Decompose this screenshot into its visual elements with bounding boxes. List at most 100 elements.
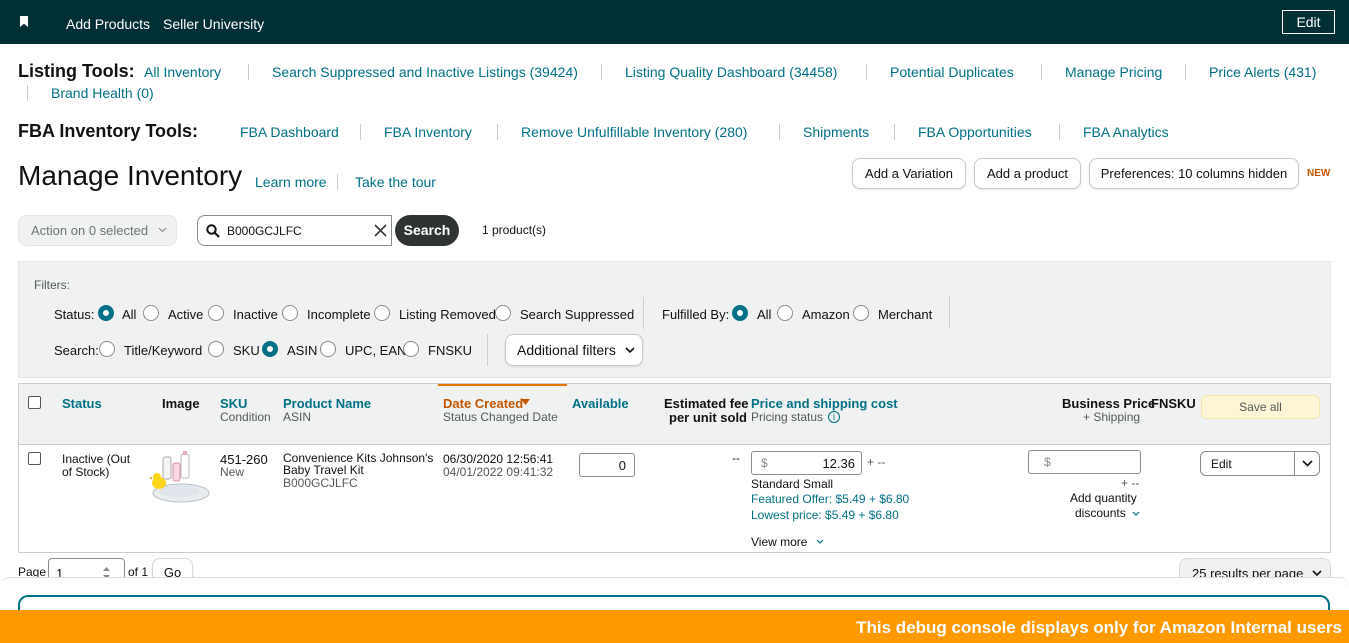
- col-sku[interactable]: SKU: [220, 396, 247, 411]
- search-filter-label: Search:: [54, 343, 99, 358]
- divider: [1041, 64, 1042, 80]
- preferences-button[interactable]: Preferences: 10 columns hidden: [1089, 158, 1299, 189]
- link-search-suppressed[interactable]: Search Suppressed and Inactive Listings …: [272, 64, 578, 80]
- col-plus-shipping: + Shipping: [1083, 410, 1141, 424]
- col-product-name[interactable]: Product Name: [283, 396, 371, 411]
- col-price-shipping[interactable]: Price and shipping cost: [751, 396, 898, 411]
- chevron-down-icon: [158, 227, 167, 233]
- bookmark-icon[interactable]: [20, 16, 28, 27]
- link-listing-quality[interactable]: Listing Quality Dashboard (34458): [625, 64, 837, 80]
- add-product-button[interactable]: Add a product: [974, 158, 1081, 189]
- add-quantity-discounts-link-2[interactable]: discounts: [1075, 506, 1126, 520]
- product-image[interactable]: [149, 451, 211, 505]
- divider: [360, 124, 361, 140]
- link-fba-opportunities[interactable]: FBA Opportunities: [918, 124, 1032, 140]
- available-input[interactable]: 0: [579, 453, 635, 477]
- col-business-price: Business Price: [1062, 396, 1156, 411]
- info-icon[interactable]: i: [828, 411, 840, 423]
- add-quantity-discounts-link[interactable]: Add quantity: [1070, 491, 1137, 505]
- clear-icon[interactable]: [374, 224, 387, 237]
- radio-status-search-suppressed[interactable]: [495, 305, 511, 321]
- edit-nav-button[interactable]: Edit: [1282, 10, 1335, 34]
- radio-status-inactive[interactable]: [208, 305, 224, 321]
- chevron-down-icon: [625, 347, 635, 354]
- action-select[interactable]: Action on 0 selected: [18, 215, 177, 246]
- link-manage-pricing[interactable]: Manage Pricing: [1065, 64, 1162, 80]
- nav-add-products[interactable]: Add Products: [66, 16, 150, 32]
- nav-seller-university[interactable]: Seller University: [163, 16, 264, 32]
- radio-search-sku[interactable]: [208, 341, 224, 357]
- radio-status-listing-removed[interactable]: [374, 305, 390, 321]
- view-more-link[interactable]: View more: [751, 535, 807, 549]
- additional-filters-button[interactable]: Additional filters: [505, 334, 643, 366]
- edit-split-button[interactable]: Edit: [1200, 451, 1320, 476]
- link-fba-dashboard[interactable]: FBA Dashboard: [240, 124, 339, 140]
- row-date-created: 06/30/2020 12:56:41: [443, 452, 554, 466]
- row-shipping: + --: [867, 455, 886, 469]
- radio-status-incomplete[interactable]: [282, 305, 298, 321]
- search-button[interactable]: Search: [395, 215, 459, 246]
- radio-search-upc[interactable]: [320, 341, 336, 357]
- radio-label: Incomplete: [307, 307, 371, 322]
- col-available[interactable]: Available: [572, 396, 629, 411]
- radio-label: ASIN: [287, 343, 318, 358]
- link-shipments[interactable]: Shipments: [803, 124, 869, 140]
- add-variation-button[interactable]: Add a Variation: [852, 158, 966, 189]
- link-remove-unfulfillable[interactable]: Remove Unfulfillable Inventory (280): [521, 124, 747, 140]
- radio-status-active[interactable]: [143, 305, 159, 321]
- row-asin: B000GCJLFC: [283, 476, 358, 490]
- search-input[interactable]: B000GCJLFC: [197, 215, 392, 246]
- chevron-down-icon[interactable]: [1302, 460, 1313, 467]
- divider: [497, 124, 498, 140]
- radio-search-title[interactable]: [99, 341, 115, 357]
- divider: [1059, 124, 1060, 140]
- row-product-name-line2[interactable]: Baby Travel Kit: [283, 463, 364, 477]
- link-price-alerts[interactable]: Price Alerts (431): [1209, 64, 1316, 80]
- divider: [27, 85, 28, 101]
- table-header: Status Image SKU Condition Product Name …: [19, 384, 1330, 445]
- additional-filters-label: Additional filters: [517, 342, 616, 358]
- radio-fulfilled-all[interactable]: [732, 305, 748, 321]
- sort-indicator: [438, 384, 567, 386]
- radio-search-asin[interactable]: [262, 341, 278, 357]
- radio-label: Listing Removed: [399, 307, 496, 322]
- col-fnsku: FNSKU: [1151, 396, 1196, 411]
- select-all-checkbox[interactable]: [28, 396, 41, 409]
- col-status[interactable]: Status: [62, 396, 102, 411]
- radio-status-all[interactable]: [98, 305, 114, 321]
- col-date-created[interactable]: Date Created: [443, 396, 523, 411]
- radio-fulfilled-amazon[interactable]: [777, 305, 793, 321]
- link-potential-duplicates[interactable]: Potential Duplicates: [890, 64, 1014, 80]
- debug-banner: This debug console displays only for Ama…: [0, 610, 1349, 643]
- radio-label: SKU: [233, 343, 260, 358]
- radio-label: Active: [168, 307, 204, 322]
- price-input[interactable]: $ 12.36: [751, 451, 862, 475]
- link-all-inventory[interactable]: All Inventory: [144, 64, 221, 80]
- row-business-shipping: + --: [1121, 476, 1140, 490]
- radio-label: FNSKU: [428, 343, 473, 358]
- row-checkbox[interactable]: [28, 452, 41, 465]
- row-status-changed: 04/01/2022 09:41:32: [443, 465, 554, 479]
- fba-tools-label: FBA Inventory Tools:: [18, 121, 198, 141]
- radio-fulfilled-merchant[interactable]: [853, 305, 869, 321]
- product-count: 1 product(s): [482, 223, 547, 237]
- col-status-changed: Status Changed Date: [443, 410, 558, 424]
- link-fba-inventory[interactable]: FBA Inventory: [384, 124, 472, 140]
- sort-desc-icon: [521, 399, 530, 405]
- link-fba-analytics[interactable]: FBA Analytics: [1083, 124, 1169, 140]
- radio-label: Merchant: [878, 307, 933, 322]
- divider: [487, 334, 488, 366]
- learn-more-link[interactable]: Learn more: [255, 174, 327, 190]
- row-featured-offer: Featured Offer: $5.49 + $6.80: [751, 492, 910, 506]
- link-brand-health[interactable]: Brand Health (0): [51, 85, 154, 101]
- radio-label: All: [122, 307, 137, 322]
- row-status-line2: of Stock): [62, 465, 110, 479]
- fulfilled-filter-label: Fulfilled By:: [662, 307, 730, 322]
- business-price-input[interactable]: $: [1028, 450, 1141, 474]
- save-all-button[interactable]: Save all: [1201, 395, 1320, 419]
- row-size-tier[interactable]: Standard Small: [751, 477, 833, 491]
- take-tour-link[interactable]: Take the tour: [355, 174, 436, 190]
- divider: [1294, 452, 1295, 475]
- col-asin: ASIN: [283, 410, 312, 424]
- radio-search-fnsku[interactable]: [403, 341, 419, 357]
